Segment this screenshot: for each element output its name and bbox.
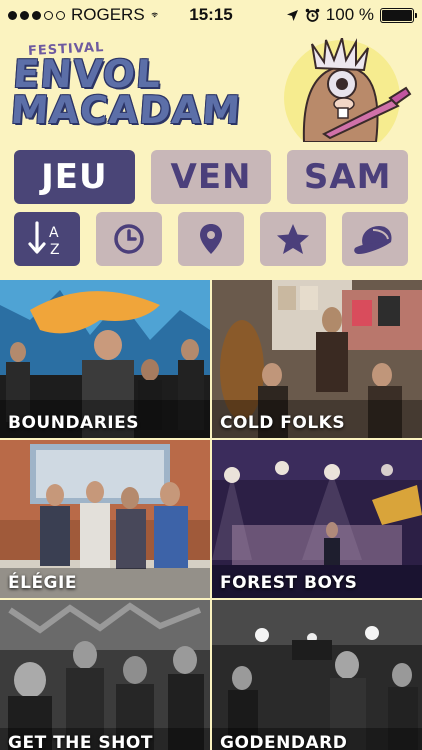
favorites-button[interactable] (260, 212, 326, 266)
tab-sam[interactable]: SAM (287, 150, 409, 204)
location-arrow-icon (286, 9, 298, 21)
logo-line-1: ENVOL (11, 52, 163, 96)
band-tile-cold-folks[interactable]: COLD FOLKS (212, 280, 422, 438)
status-bar: ROGERS 15:15 100 % (0, 0, 422, 30)
tab-jeu[interactable]: JEU (14, 150, 135, 204)
band-name: GODENDARD (220, 733, 348, 750)
logo-line-2: MACADAM (9, 88, 243, 132)
location-pin-icon (200, 224, 222, 254)
svg-text:A: A (49, 225, 59, 241)
carrier-label: ROGERS (71, 5, 145, 24)
band-grid: BOUNDARIES COLD FOLKS ÉLÉGIE FOREST BOYS… (0, 280, 422, 750)
band-name: ÉLÉGIE (8, 573, 77, 593)
battery-percent: 100 % (325, 5, 374, 24)
battery-icon (380, 7, 417, 23)
band-photo (212, 600, 422, 750)
band-name: FOREST BOYS (220, 573, 358, 593)
sort-alphabetical-button[interactable]: A Z (14, 212, 80, 266)
wifi-icon (151, 12, 158, 18)
band-tile-boundaries[interactable]: BOUNDARIES (0, 280, 210, 438)
sort-time-button[interactable] (96, 212, 162, 266)
star-icon (277, 224, 309, 254)
cap-filter-button[interactable] (342, 212, 408, 266)
app-header: FESTIVAL ENVOL MACADAM (0, 30, 422, 142)
status-time: 15:15 (189, 5, 233, 24)
band-name: GET THE SHOT (8, 733, 153, 750)
sort-location-button[interactable] (178, 212, 244, 266)
clock-icon (114, 224, 144, 254)
tab-ven[interactable]: VEN (150, 150, 272, 204)
svg-text:Z: Z (50, 242, 60, 258)
band-tile-get-the-shot[interactable]: GET THE SHOT (0, 600, 210, 750)
cap-icon (354, 226, 392, 254)
beaver-mascot-icon (284, 38, 412, 142)
festival-logo: ENVOL MACADAM (9, 52, 244, 132)
band-tile-elegie[interactable]: ÉLÉGIE (0, 440, 210, 598)
alarm-icon (305, 8, 320, 22)
band-tile-forest-boys[interactable]: FOREST BOYS (212, 440, 422, 598)
band-tile-godendard[interactable]: GODENDARD (212, 600, 422, 750)
band-photo (0, 600, 210, 750)
band-name: COLD FOLKS (220, 413, 346, 433)
day-tabs: JEU VEN SAM (14, 150, 409, 204)
filter-toolbar: A Z (14, 212, 408, 266)
band-name: BOUNDARIES (8, 413, 139, 433)
sort-az-icon: A Z (28, 221, 60, 258)
signal-strength-icon (8, 10, 65, 20)
